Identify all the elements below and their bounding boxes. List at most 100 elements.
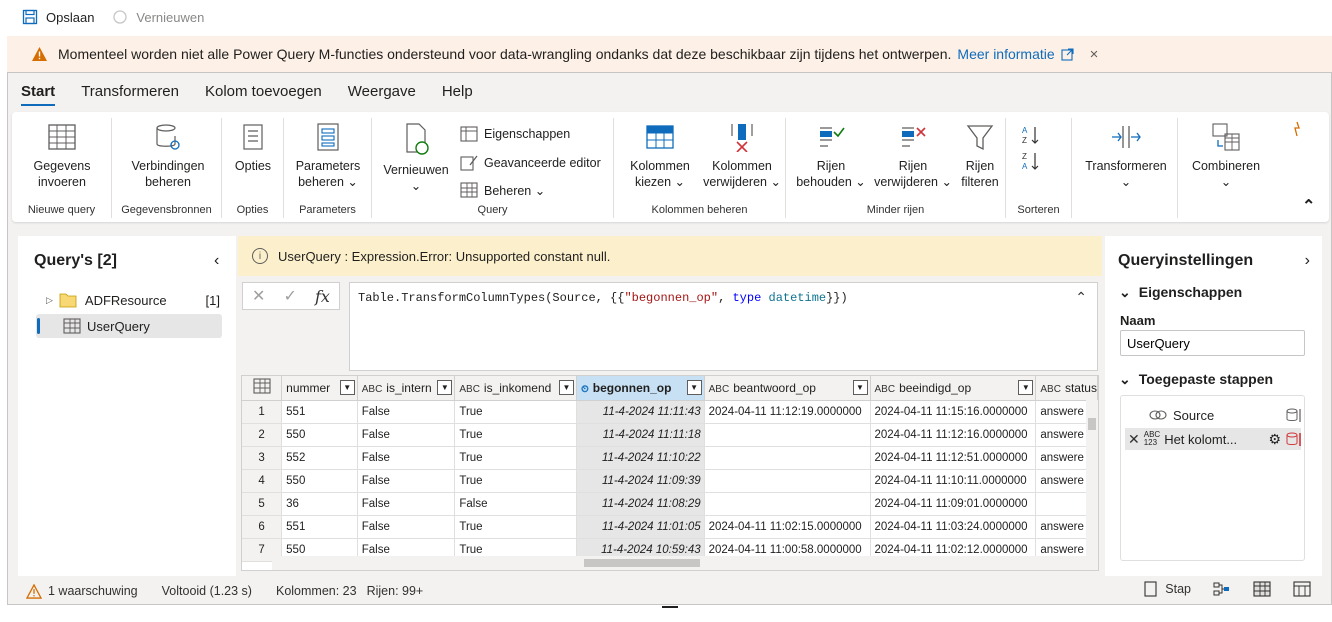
table-cell[interactable]: 2024-04-11 11:12:19.0000000 <box>704 400 871 424</box>
vertical-scrollbar[interactable] <box>1086 400 1098 558</box>
step-changed-type[interactable]: ✕ ABC 123 Het kolomt... ⚙ <box>1125 428 1301 450</box>
tab-transformeren[interactable]: Transformeren <box>81 77 179 106</box>
copilot-icon[interactable] <box>1290 120 1304 138</box>
table-cell[interactable]: False <box>357 400 456 424</box>
table-cell[interactable]: 550 <box>281 423 358 447</box>
sort-ascending-button[interactable]: AZ <box>1020 124 1042 146</box>
table-cell[interactable]: True <box>454 423 577 447</box>
table-cell[interactable]: 2024-04-11 11:12:16.0000000 <box>870 423 1037 447</box>
column-header-beeindigd-op[interactable]: ABC beeindigd_op ▼ <box>870 376 1037 401</box>
save-button[interactable]: Opslaan <box>22 9 94 25</box>
column-header-nummer[interactable]: nummer ▼ <box>281 376 358 401</box>
table-cell[interactable]: True <box>454 469 577 493</box>
enter-data-button[interactable]: Gegevens invoeren <box>26 122 98 190</box>
column-dropdown-icon[interactable]: ▼ <box>339 380 355 395</box>
remove-rows-button[interactable]: Rijen verwijderen ⌄ <box>872 122 954 190</box>
column-header-beantwoord-op[interactable]: ABC beantwoord_op ▼ <box>704 376 871 401</box>
step-settings-gear-icon[interactable]: ⚙ <box>1268 431 1281 448</box>
step-source[interactable]: Source <box>1125 404 1301 426</box>
fx-icon[interactable]: fx <box>315 287 330 306</box>
table-cell[interactable]: False <box>357 492 456 516</box>
table-cell[interactable]: False <box>357 469 456 493</box>
table-cell[interactable] <box>704 469 871 493</box>
table-cell[interactable]: 2024-04-11 11:03:24.0000000 <box>870 515 1037 539</box>
table-cell[interactable]: False <box>454 492 577 516</box>
scrollbar-thumb[interactable] <box>584 559 700 567</box>
keep-rows-button[interactable]: Rijen behouden ⌄ <box>794 122 868 190</box>
column-header-status[interactable]: ABC status <box>1035 376 1098 401</box>
delete-step-icon[interactable]: ✕ <box>1128 431 1140 448</box>
column-header-begonnen-op[interactable]: ⏲ begonnen_op ▼ <box>576 376 705 401</box>
external-link-icon[interactable] <box>1061 47 1074 61</box>
close-banner-button[interactable]: × <box>1090 46 1099 63</box>
column-dropdown-icon[interactable]: ▼ <box>1018 380 1034 395</box>
table-cell[interactable]: 551 <box>281 515 358 539</box>
table-cell[interactable]: True <box>454 446 577 470</box>
table-cell[interactable]: 11-4-2024 11:10:22 <box>576 446 705 470</box>
table-cell[interactable]: 2024-04-11 11:15:16.0000000 <box>870 400 1037 424</box>
expand-icon[interactable]: ▷ <box>46 295 53 306</box>
schema-view-icon[interactable] <box>1293 581 1311 597</box>
table-cell[interactable]: 2024-04-11 11:09:01.0000000 <box>870 492 1037 516</box>
formula-bar[interactable]: Table.TransformColumnTypes(Source, {{"be… <box>349 282 1098 371</box>
column-dropdown-icon[interactable]: ▼ <box>558 380 574 395</box>
collapse-queries-button[interactable]: ‹ <box>214 252 219 270</box>
table-cell[interactable]: 2024-04-11 11:10:11.0000000 <box>870 469 1037 493</box>
table-cell[interactable] <box>704 492 871 516</box>
table-cell[interactable]: 11-4-2024 11:01:05 <box>576 515 705 539</box>
diagram-view-icon[interactable] <box>1213 581 1231 597</box>
properties-section-toggle[interactable]: ⌄ Eigenschappen <box>1119 284 1242 301</box>
options-button[interactable]: Opties <box>228 122 278 174</box>
collapse-ribbon-button[interactable]: ⌃ <box>1302 196 1315 216</box>
horizontal-scrollbar[interactable] <box>272 556 1098 570</box>
step-view-button[interactable]: Stap <box>1143 581 1191 597</box>
commit-formula-icon[interactable]: ✓ <box>284 286 297 306</box>
table-cell[interactable]: False <box>357 515 456 539</box>
column-header-is-inkomend[interactable]: ABC is_inkomend ▼ <box>454 376 577 401</box>
table-menu-icon[interactable] <box>242 376 283 401</box>
refresh-button[interactable]: Vernieuwen <box>112 9 204 25</box>
query-item-adfresource[interactable]: ▷ ADFResource [1] <box>36 288 222 312</box>
table-cell[interactable]: 2024-04-11 11:02:15.0000000 <box>704 515 871 539</box>
transform-button[interactable]: Transformeren ⌄ <box>1078 122 1174 190</box>
column-dropdown-icon[interactable]: ▼ <box>437 380 453 395</box>
collapse-settings-button[interactable]: › <box>1305 252 1310 270</box>
properties-button[interactable]: Eigenschappen <box>460 126 570 142</box>
table-cell[interactable] <box>704 423 871 447</box>
choose-columns-button[interactable]: Kolommen kiezen ⌄ <box>622 122 698 190</box>
table-cell[interactable]: 36 <box>281 492 358 516</box>
column-dropdown-icon[interactable]: ▼ <box>852 380 868 395</box>
advanced-editor-button[interactable]: Geavanceerde editor <box>460 154 601 171</box>
manage-parameters-button[interactable]: Parameters beheren ⌄ <box>290 122 366 190</box>
table-cell[interactable]: True <box>454 515 577 539</box>
query-item-userquery[interactable]: UserQuery <box>36 314 222 338</box>
table-cell[interactable]: 11-4-2024 11:09:39 <box>576 469 705 493</box>
filter-rows-button[interactable]: Rijen filteren <box>958 122 1002 190</box>
collapse-formula-button[interactable]: ⌃ <box>1075 289 1087 306</box>
refresh-preview-button[interactable]: Vernieuwen ⌄ <box>380 122 452 194</box>
table-cell[interactable]: 550 <box>281 469 358 493</box>
resize-handle[interactable] <box>662 606 678 608</box>
table-cell[interactable]: 551 <box>281 400 358 424</box>
column-dropdown-icon[interactable]: ▼ <box>686 380 702 395</box>
combine-button[interactable]: Combineren ⌄ <box>1184 122 1268 190</box>
more-info-link[interactable]: Meer informatie <box>957 46 1054 62</box>
table-cell[interactable]: 11-4-2024 11:08:29 <box>576 492 705 516</box>
manage-button[interactable]: Beheren ⌄ <box>460 182 545 198</box>
table-cell[interactable]: False <box>357 423 456 447</box>
table-cell[interactable]: 552 <box>281 446 358 470</box>
table-cell[interactable]: 11-4-2024 11:11:43 <box>576 400 705 424</box>
table-cell[interactable] <box>704 446 871 470</box>
tab-kolom-toevoegen[interactable]: Kolom toevoegen <box>205 77 322 106</box>
scrollbar-thumb[interactable] <box>1088 418 1096 430</box>
table-cell[interactable]: 11-4-2024 11:11:18 <box>576 423 705 447</box>
table-cell[interactable]: False <box>357 446 456 470</box>
table-cell[interactable]: 2024-04-11 11:12:51.0000000 <box>870 446 1037 470</box>
query-name-field[interactable] <box>1120 330 1305 356</box>
remove-columns-button[interactable]: Kolommen verwijderen ⌄ <box>702 122 782 190</box>
tab-help[interactable]: Help <box>442 77 473 106</box>
sort-descending-button[interactable]: ZA <box>1020 150 1042 172</box>
warnings-status[interactable]: 1 waarschuwing <box>26 583 138 599</box>
applied-steps-toggle[interactable]: ⌄ Toegepaste stappen <box>1119 371 1273 388</box>
tab-weergave[interactable]: Weergave <box>348 77 416 106</box>
